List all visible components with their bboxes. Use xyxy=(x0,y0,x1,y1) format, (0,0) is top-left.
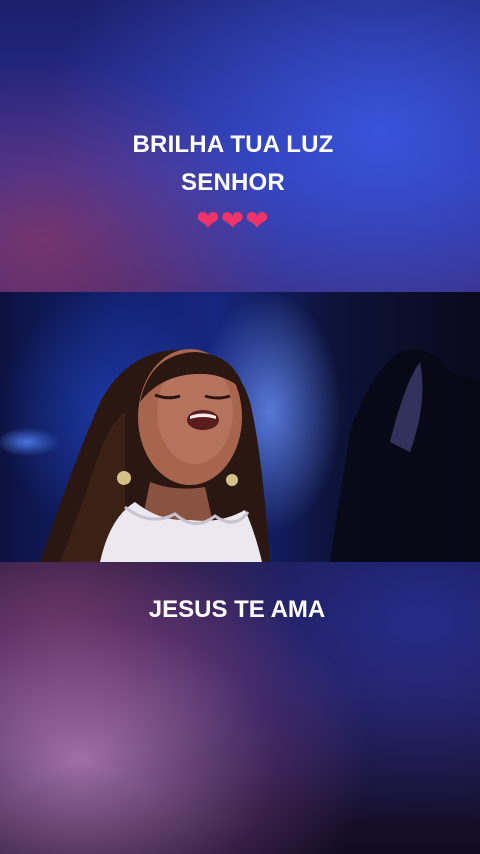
story-canvas: BRILHA TUA LUZ SENHOR ❤❤❤ JESUS TE AMA xyxy=(0,0,480,854)
hearts-emoji-icon: ❤❤❤ xyxy=(196,204,270,237)
caption-line-1: BRILHA TUA LUZ xyxy=(132,131,334,158)
top-caption: BRILHA TUA LUZ SENHOR ❤❤❤ xyxy=(0,126,466,238)
bottom-caption: JESUS TE AMA xyxy=(148,596,326,623)
caption-line-2: SENHOR xyxy=(181,169,285,196)
singer-image xyxy=(40,349,480,562)
video-frame xyxy=(0,292,480,562)
